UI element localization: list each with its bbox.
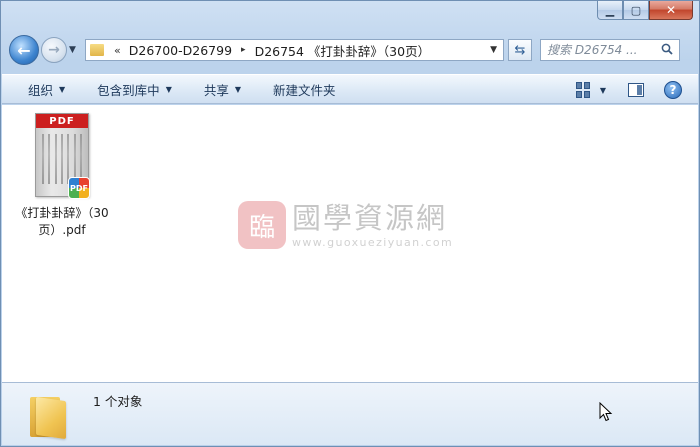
change-view-icon[interactable] (575, 82, 592, 98)
pdf-thumb-label: PDF (36, 114, 88, 128)
breadcrumb-overflow[interactable]: « (114, 44, 121, 57)
folder-icon (90, 44, 104, 56)
maximize-icon: ▢ (630, 3, 642, 17)
address-dropdown-icon[interactable]: ▼ (490, 45, 497, 55)
navigation-bar: ← → ▼ « D26700-D26799 ▸ D26754 《打卦卦辞》（30… (9, 34, 691, 66)
include-in-library-menu[interactable]: 包含到库中 ▼ (97, 80, 172, 99)
search-input[interactable] (547, 43, 655, 57)
minimize-icon: ▁ (605, 3, 615, 17)
file-name[interactable]: 《打卦卦辞》（30页）.pdf (12, 205, 112, 239)
breadcrumb-current[interactable]: D26754 《打卦卦辞》（30页） (255, 41, 431, 60)
preview-pane-icon[interactable] (628, 83, 644, 97)
search-box[interactable] (540, 39, 680, 61)
file-item[interactable]: PDF PDF 《打卦卦辞》（30页）.pdf (15, 113, 109, 239)
new-folder-label: 新建文件夹 (273, 82, 336, 98)
folder-icon (30, 393, 68, 440)
view-controls: ▼ ? (575, 81, 682, 99)
command-bar: 组织 ▼ 包含到库中 ▼ 共享 ▼ 新建文件夹 ▼ ? (2, 74, 698, 104)
item-count: 1 个对象 (93, 394, 143, 409)
explorer-window: ▁ ▢ ✕ ← → ▼ « D26700-D26799 ▸ D26754 《打卦… (0, 0, 700, 447)
chevron-down-icon: ▼ (59, 84, 66, 94)
forward-button[interactable]: → (41, 37, 67, 63)
mouse-cursor-icon (599, 402, 613, 422)
address-bar[interactable]: « D26700-D26799 ▸ D26754 《打卦卦辞》（30页） ▼ (85, 39, 504, 61)
new-folder-button[interactable]: 新建文件夹 (273, 80, 336, 99)
include-in-library-label: 包含到库中 (97, 82, 160, 98)
refresh-button[interactable]: ⇆ (508, 39, 532, 61)
view-options-dropdown[interactable]: ▼ (600, 86, 606, 95)
watermark-logo-icon: 臨 (238, 201, 286, 249)
back-button[interactable]: ← (9, 35, 39, 65)
refresh-icon: ⇆ (514, 42, 526, 58)
back-arrow-icon: ← (17, 40, 31, 60)
pdf-app-badge-icon: PDF (68, 177, 90, 199)
details-pane: 1 个对象 (2, 382, 698, 445)
maximize-button[interactable]: ▢ (623, 1, 649, 20)
breadcrumb-parent[interactable]: D26700-D26799 (129, 43, 232, 58)
chevron-down-icon: ▼ (165, 84, 172, 94)
organize-label: 组织 (28, 82, 54, 98)
chevron-down-icon: ▼ (234, 84, 242, 94)
share-menu[interactable]: 共享 ▼ (204, 80, 241, 99)
pdf-thumbnail: PDF PDF (35, 113, 90, 199)
share-label: 共享 (203, 82, 229, 98)
file-list-area[interactable]: PDF PDF 《打卦卦辞》（30页）.pdf 臨 國學資源網 www.guox… (2, 105, 698, 382)
forward-arrow-icon: → (48, 42, 60, 58)
breadcrumb-separator-icon[interactable]: ▸ (241, 45, 246, 55)
search-icon[interactable] (661, 43, 673, 55)
watermark: 臨 國學資源網 www.guoxueziyuan.com (238, 201, 453, 249)
help-icon[interactable]: ? (664, 81, 682, 99)
close-icon: ✕ (665, 3, 677, 17)
caption-buttons: ▁ ▢ ✕ (597, 1, 693, 21)
watermark-url: www.guoxueziyuan.com (292, 235, 454, 249)
watermark-title: 國學資源網 (292, 200, 448, 235)
close-button[interactable]: ✕ (649, 1, 693, 20)
recent-pages-dropdown[interactable]: ▼ (69, 45, 81, 55)
organize-menu[interactable]: 组织 ▼ (28, 80, 65, 99)
minimize-button[interactable]: ▁ (597, 1, 623, 20)
